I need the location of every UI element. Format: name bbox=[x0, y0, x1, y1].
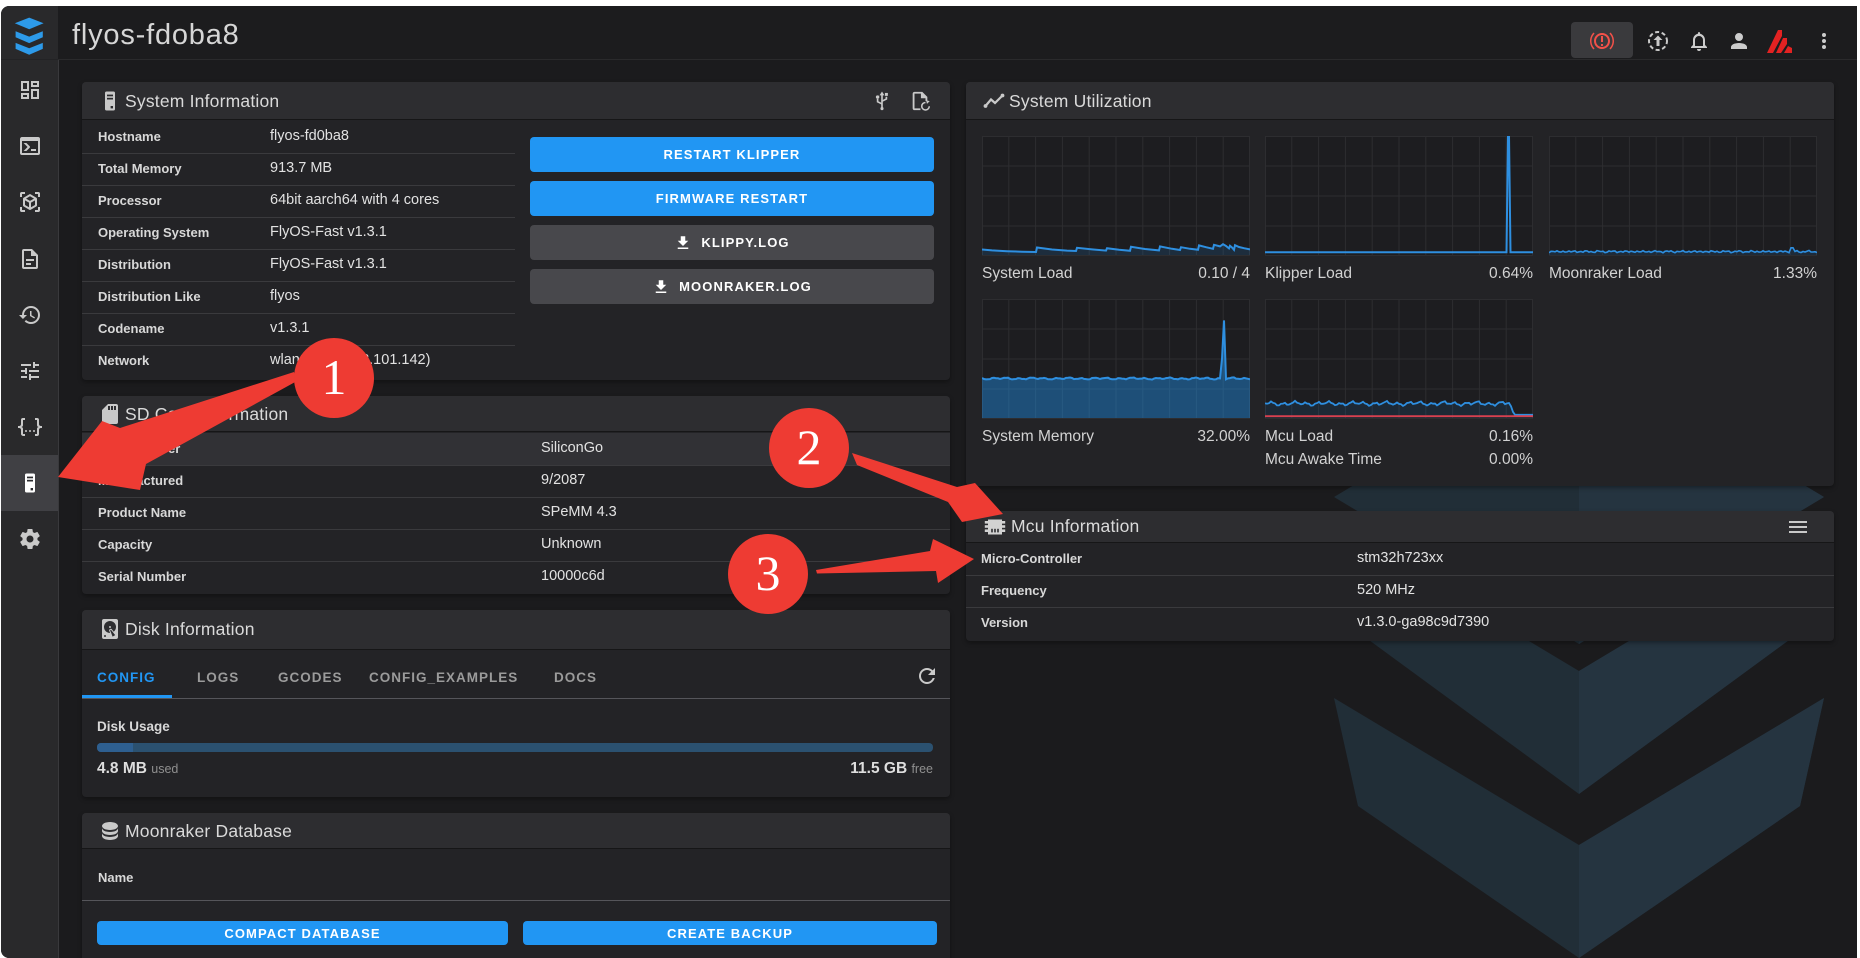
svg-text:3: 3 bbox=[756, 545, 781, 601]
svg-text:1: 1 bbox=[322, 349, 347, 405]
svg-text:2: 2 bbox=[797, 419, 822, 475]
